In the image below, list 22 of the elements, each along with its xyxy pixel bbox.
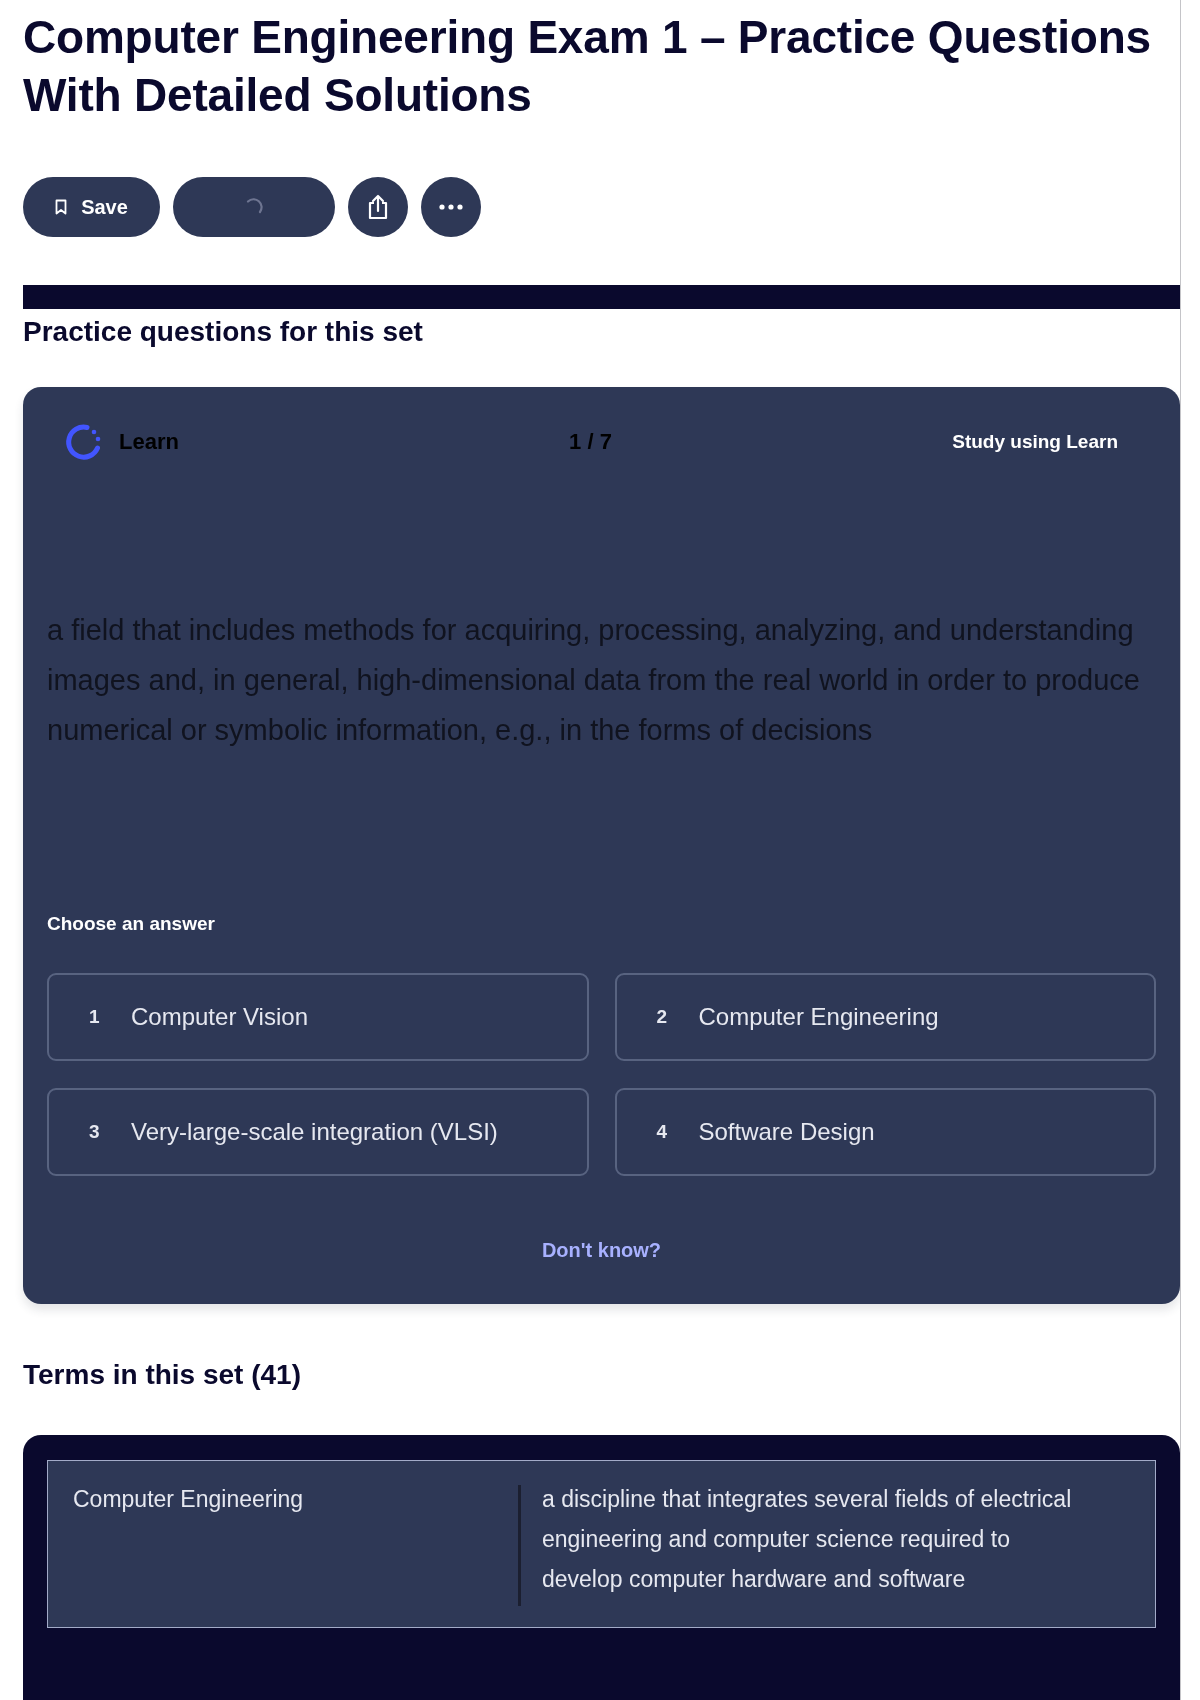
share-button[interactable] [348,177,408,237]
progress-counter: 1 / 7 [569,429,612,455]
learn-icon [63,422,103,462]
term-text: Computer Engineering [73,1485,305,1514]
answer-prompt: Choose an answer [47,912,216,936]
share-icon [367,194,389,220]
save-button[interactable]: Save [23,177,160,237]
dont-know-link[interactable]: Don't know? [541,1236,662,1264]
answer-option[interactable]: 4 Software Design [614,1088,1156,1176]
mode-label: Learn [119,429,179,455]
more-button[interactable] [421,177,481,237]
page-title: Computer Engineering Exam 1 – Practice Questions With Detailed Solutions [23,10,1152,123]
definition-text: a discipline that integrates several fields of electrical engineering and computer science required to develop computer hardware and software [541,1485,1073,1594]
answer-option[interactable]: 1 Computer Vision [47,973,589,1061]
bookmark-icon [55,199,68,215]
answer-option[interactable]: 2 Computer Engineering [614,973,1156,1061]
section-heading: Practice questions for this set [23,315,424,349]
section-heading: Terms in this set (41) [23,1358,302,1392]
more-icon [439,204,463,210]
study-link[interactable]: Study using Learn [952,431,1118,453]
loading-button[interactable] [173,177,335,237]
answer-option[interactable]: 3 Very-large-scale integration (VLSI) [47,1088,589,1176]
